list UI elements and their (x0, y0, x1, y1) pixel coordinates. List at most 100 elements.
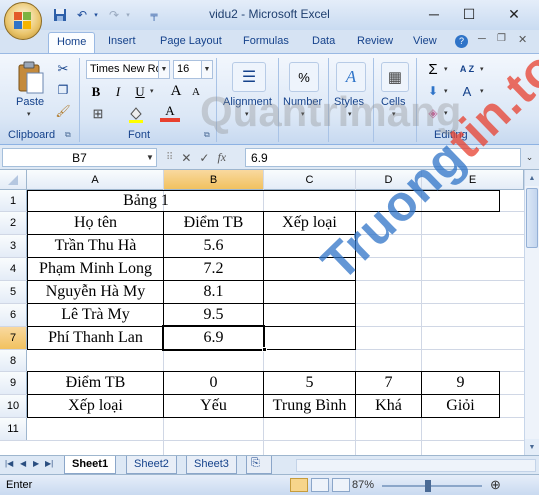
tab-home[interactable]: Home (48, 32, 96, 54)
cell-header-score[interactable]: Điểm TB (164, 212, 263, 234)
sheet-tab-2[interactable]: Sheet2 (126, 456, 177, 474)
row-header-7[interactable]: 7 (0, 327, 27, 350)
normal-view-icon[interactable] (290, 478, 308, 492)
page-break-view-icon[interactable] (332, 478, 350, 492)
row-header-1[interactable]: 1 (0, 190, 27, 212)
cell-score[interactable]: 8.1 (164, 281, 263, 303)
page-layout-view-icon[interactable] (311, 478, 329, 492)
find-select-button[interactable]: A (456, 82, 478, 100)
cell-grade[interactable] (264, 258, 355, 280)
grow-font-button[interactable]: A (166, 82, 186, 101)
format-painter-icon[interactable]: 🖌 (54, 102, 72, 120)
cell-score[interactable]: 7.2 (164, 258, 263, 280)
help-icon[interactable]: ? (455, 35, 468, 48)
enter-icon[interactable]: ✓ (199, 151, 209, 165)
styles-icon[interactable]: A (336, 62, 366, 92)
tab-formulas[interactable]: Formulas (243, 35, 289, 47)
cells-label[interactable]: Cells (381, 96, 405, 108)
sheet-tab-3[interactable]: Sheet3 (186, 456, 237, 474)
cell-grade-value[interactable]: Trung Bình (264, 395, 355, 417)
fill-color-icon[interactable] (124, 104, 148, 123)
cell-threshold[interactable]: 9 (422, 372, 499, 394)
font-name-combo[interactable]: Times New Ro ▼ (86, 60, 170, 79)
underline-dropdown-icon[interactable]: ▾ (150, 87, 154, 95)
paste-icon[interactable] (14, 60, 48, 96)
cell-score-active[interactable]: 6.9 (164, 327, 263, 349)
select-all-button[interactable] (0, 170, 27, 190)
cell-grade-value[interactable]: Khá (356, 395, 421, 417)
column-header-a[interactable]: A (27, 170, 164, 190)
font-size-combo[interactable]: 16 ▼ (173, 60, 213, 79)
office-button[interactable] (4, 2, 42, 40)
cell-header-grade[interactable]: Xếp loại (264, 212, 355, 234)
cell-name[interactable]: Lê Trà My (28, 304, 163, 326)
fill-dropdown-icon[interactable]: ▾ (444, 87, 448, 95)
number-label[interactable]: Number (283, 96, 322, 108)
row-header-10[interactable]: 10 (0, 395, 27, 418)
sheet-tab-1[interactable]: Sheet1 (64, 456, 117, 474)
paste-dropdown-icon[interactable]: ▾ (27, 110, 31, 118)
alignment-label[interactable]: Alignment (223, 96, 272, 108)
row-header-6[interactable]: 6 (0, 304, 27, 327)
alignment-dropdown-icon[interactable]: ▾ (245, 110, 249, 118)
tab-data[interactable]: Data (312, 35, 335, 47)
minimize-button[interactable]: ─ (420, 4, 448, 24)
ribbon-close-icon[interactable]: ✕ (518, 33, 527, 46)
autosum-dropdown-icon[interactable]: ▾ (444, 65, 448, 73)
chevron-down-icon[interactable]: ▼ (201, 61, 212, 78)
sort-filter-button[interactable]: A Z (456, 60, 478, 78)
clear-icon[interactable]: ◈ (424, 104, 442, 122)
font-color-button[interactable]: A (160, 103, 180, 122)
horizontal-scrollbar[interactable] (296, 459, 536, 472)
insert-sheet-icon[interactable]: ⎘ (246, 456, 272, 474)
row-header-2[interactable]: 2 (0, 212, 27, 235)
cells-icon[interactable]: ▦ (381, 62, 409, 92)
find-dropdown-icon[interactable]: ▾ (480, 87, 484, 95)
paste-label[interactable]: Paste (16, 96, 44, 108)
cell-score[interactable]: 9.5 (164, 304, 263, 326)
cell-name[interactable]: Nguyễn Hà My (28, 281, 163, 303)
underline-button[interactable]: U (130, 82, 150, 101)
font-launcher-icon[interactable]: ⧉ (204, 130, 210, 140)
number-format-icon[interactable]: % (289, 62, 319, 92)
cell-grade-value[interactable]: Yếu (164, 395, 263, 417)
cell-threshold[interactable]: 0 (164, 372, 263, 394)
shrink-font-button[interactable]: A (186, 82, 206, 101)
expand-formula-bar-icon[interactable]: ⌄ (522, 148, 537, 167)
tab-review[interactable]: Review (357, 35, 393, 47)
column-header-c[interactable]: C (264, 170, 356, 190)
formula-input[interactable]: 6.9 (245, 148, 521, 167)
zoom-slider-thumb[interactable] (425, 480, 431, 492)
close-button[interactable]: ✕ (500, 4, 528, 24)
styles-dropdown-icon[interactable]: ▾ (348, 110, 352, 118)
name-box-dropdown-icon[interactable]: ▼ (146, 153, 154, 162)
ribbon-minimize-icon[interactable]: ─ (478, 33, 486, 45)
scroll-thumb[interactable] (526, 188, 538, 248)
maximize-button[interactable]: ☐ (455, 4, 483, 24)
cell-threshold[interactable]: 5 (264, 372, 355, 394)
first-sheet-icon[interactable]: |◀ (5, 459, 13, 468)
cell-grade[interactable] (264, 281, 355, 303)
copy-icon[interactable]: ❐ (54, 81, 72, 99)
cell-grade-value[interactable]: Giỏi (422, 395, 499, 417)
styles-label[interactable]: Styles (334, 96, 364, 108)
row-header-8[interactable]: 8 (0, 350, 27, 372)
zoom-level[interactable]: 87% (352, 479, 374, 491)
chevron-down-icon[interactable]: ▼ (158, 61, 169, 78)
alignment-icon[interactable]: ☰ (232, 62, 266, 92)
prev-sheet-icon[interactable]: ◀ (20, 459, 26, 468)
cell-name[interactable]: Phí Thanh Lan (28, 327, 163, 349)
cell-title[interactable]: Bảng 1 (28, 191, 264, 211)
last-sheet-icon[interactable]: ▶| (45, 459, 53, 468)
row-header-5[interactable]: 5 (0, 281, 27, 304)
cut-icon[interactable]: ✂ (54, 60, 72, 78)
row-header-4[interactable]: 4 (0, 258, 27, 281)
cell-name[interactable]: Phạm Minh Long (28, 258, 163, 280)
scroll-up-icon[interactable]: ▲ (525, 170, 539, 186)
cell-grade[interactable] (264, 235, 355, 257)
borders-icon[interactable]: ⊞ (86, 104, 110, 123)
cell-threshold[interactable]: 7 (356, 372, 421, 394)
fill-icon[interactable]: ⬇ (424, 82, 442, 100)
sort-dropdown-icon[interactable]: ▾ (480, 65, 484, 73)
tab-page-layout[interactable]: Page Layout (160, 35, 222, 47)
